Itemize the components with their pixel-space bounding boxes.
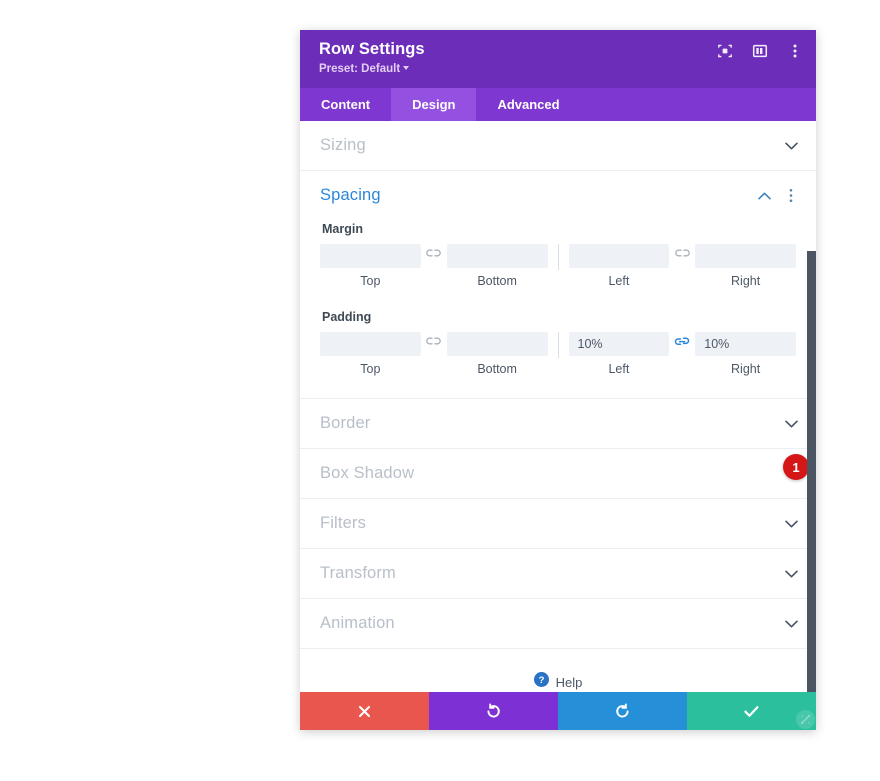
section-box-shadow: Box Shadow	[300, 449, 816, 499]
margin-top-cell: Top	[320, 244, 421, 288]
margin-divider	[557, 244, 559, 270]
margin-right-caption: Right	[731, 274, 761, 288]
settings-scroll-area: Sizing Spacing Margin Top Bottom Left Ri…	[300, 121, 816, 692]
panel-footer	[300, 692, 816, 730]
scrollbar-track[interactable]	[807, 251, 816, 692]
padding-right-input[interactable]	[695, 332, 796, 356]
chevron-down-icon	[784, 567, 798, 581]
chevron-down-icon	[784, 417, 798, 431]
section-title-animation: Animation	[320, 614, 395, 632]
section-header-border[interactable]: Border	[300, 399, 816, 448]
margin-top-bottom-link-icon[interactable]	[421, 244, 447, 258]
margin-left-right-link-icon[interactable]	[669, 244, 695, 258]
tab-design[interactable]: Design	[391, 88, 477, 121]
cancel-button[interactable]	[300, 692, 429, 730]
padding-bottom-cell: Bottom	[446, 332, 548, 376]
padding-top-bottom-link-icon[interactable]	[421, 332, 447, 346]
margin-left-caption: Left	[608, 274, 630, 288]
padding-bottom-input[interactable]	[446, 332, 548, 356]
padding-quad: Top Bottom 10% Left 10% Right	[320, 332, 796, 376]
padding-bottom-caption: Bottom	[477, 362, 517, 376]
padding-left-right-link-icon[interactable]	[669, 332, 695, 347]
section-sizing: Sizing	[300, 121, 816, 171]
section-spacing: Spacing Margin Top Bottom Left Right Pad…	[300, 171, 816, 480]
header-icon-group	[716, 42, 804, 60]
margin-left-cell: Left	[568, 244, 670, 288]
padding-right-cell: Right	[695, 332, 796, 376]
margin-bottom-cell: Bottom	[446, 244, 548, 288]
margin-top-caption: Top	[360, 274, 381, 288]
spacing-fields: Margin Top Bottom Left Right Padding Top…	[300, 222, 816, 398]
margin-right-input[interactable]	[695, 244, 796, 268]
section-transform: Transform	[300, 549, 816, 599]
padding-divider	[557, 332, 559, 358]
scrollbar-thumb[interactable]	[807, 251, 816, 692]
section-title-sizing: Sizing	[320, 136, 366, 154]
section-animation: Animation	[300, 599, 816, 649]
section-title-box-shadow: Box Shadow	[320, 464, 415, 482]
section-header-spacing[interactable]: Spacing	[300, 171, 816, 220]
padding-right-caption: Right	[731, 362, 761, 376]
resize-handle-icon[interactable]	[796, 710, 815, 729]
preset-label: Preset: Default	[319, 63, 401, 75]
help-label: Help	[555, 674, 583, 690]
padding-left-input[interactable]	[568, 332, 670, 356]
section-title-transform: Transform	[320, 564, 396, 582]
column-layout-icon[interactable]	[751, 42, 769, 60]
panel-body: Sizing Spacing Margin Top Bottom Left Ri…	[300, 121, 816, 692]
focus-target-icon[interactable]	[716, 42, 734, 60]
screenshot-root: Row Settings Preset: Default Content Des…	[0, 0, 880, 781]
chevron-down-icon	[784, 139, 798, 153]
section-header-sizing[interactable]: Sizing	[300, 121, 816, 170]
preset-selector[interactable]: Preset: Default	[319, 61, 410, 77]
padding-top-input[interactable]	[320, 332, 421, 356]
undo-button[interactable]	[429, 692, 558, 730]
chevron-up-icon[interactable]	[757, 189, 771, 203]
margin-top-bottom-pair: Top Bottom	[320, 244, 548, 288]
margin-left-input[interactable]	[568, 244, 670, 268]
margin-bottom-caption: Bottom	[477, 274, 517, 288]
section-header-animation[interactable]: Animation	[300, 599, 816, 648]
section-filters: Filters	[300, 499, 816, 549]
chevron-down-icon	[403, 66, 410, 70]
section-title-filters: Filters	[320, 514, 366, 532]
padding-top-bottom-pair: Top Bottom	[320, 332, 548, 376]
padding-top-cell: Top	[320, 332, 421, 376]
section-title-border: Border	[320, 414, 371, 432]
question-mark-icon: ?	[533, 672, 549, 692]
help-link[interactable]: ? Help	[300, 649, 816, 692]
margin-quad: Top Bottom Left Right	[320, 244, 796, 288]
chevron-down-icon	[784, 617, 798, 631]
padding-left-caption: Left	[608, 362, 630, 376]
margin-bottom-input[interactable]	[446, 244, 548, 268]
section-header-transform[interactable]: Transform	[300, 549, 816, 598]
section-options-icon[interactable]	[784, 187, 798, 205]
margin-right-cell: Right	[695, 244, 796, 288]
chevron-down-icon	[784, 517, 798, 531]
panel-header: Row Settings Preset: Default	[300, 30, 816, 88]
tab-content[interactable]: Content	[300, 88, 391, 121]
margin-top-input[interactable]	[320, 244, 421, 268]
svg-text:?: ?	[538, 675, 544, 686]
row-settings-panel: Row Settings Preset: Default Content Des…	[300, 30, 816, 730]
padding-group-label: Padding	[322, 310, 372, 324]
tab-bar: Content Design Advanced	[300, 88, 816, 121]
tab-advanced[interactable]: Advanced	[476, 88, 580, 121]
status-badge: 1	[783, 454, 809, 480]
vertical-dots-icon[interactable]	[786, 42, 804, 60]
section-header-box-shadow[interactable]: Box Shadow	[300, 449, 816, 498]
padding-top-caption: Top	[360, 362, 381, 376]
section-title-spacing: Spacing	[320, 186, 381, 204]
section-header-filters[interactable]: Filters	[300, 499, 816, 548]
padding-left-right-pair: Left Right	[568, 332, 796, 376]
margin-group-label: Margin	[322, 222, 363, 236]
section-border: Border	[300, 399, 816, 449]
padding-left-cell: Left	[568, 332, 670, 376]
margin-left-right-pair: Left Right	[568, 244, 796, 288]
redo-button[interactable]	[558, 692, 687, 730]
